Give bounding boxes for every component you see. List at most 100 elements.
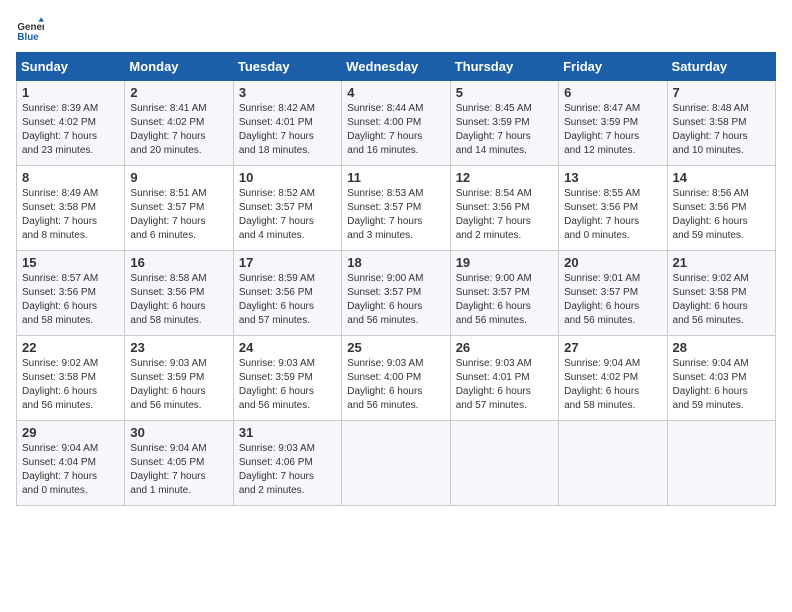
calendar-cell: 17 Sunrise: 8:59 AM Sunset: 3:56 PM Dayli… xyxy=(233,251,341,336)
day-content: Sunrise: 8:56 AM Sunset: 3:56 PM Dayligh… xyxy=(673,187,770,243)
col-header-wednesday: Wednesday xyxy=(342,53,450,81)
day-content: Sunrise: 9:02 AM Sunset: 3:58 PM Dayligh… xyxy=(673,272,770,328)
calendar-cell xyxy=(342,421,450,506)
day-content: Sunrise: 9:03 AM Sunset: 4:06 PM Dayligh… xyxy=(239,442,336,498)
day-number: 31 xyxy=(239,425,336,440)
day-content: Sunrise: 8:54 AM Sunset: 3:56 PM Dayligh… xyxy=(456,187,553,243)
day-content: Sunrise: 8:55 AM Sunset: 3:56 PM Dayligh… xyxy=(564,187,661,243)
day-number: 18 xyxy=(347,255,444,270)
col-header-tuesday: Tuesday xyxy=(233,53,341,81)
day-number: 7 xyxy=(673,85,770,100)
day-number: 10 xyxy=(239,170,336,185)
day-number: 9 xyxy=(130,170,227,185)
calendar-cell: 8Sunrise: 8:49 AM Sunset: 3:58 PM Daylig… xyxy=(17,166,125,251)
day-number: 29 xyxy=(22,425,119,440)
day-content: Sunrise: 9:02 AM Sunset: 3:58 PM Dayligh… xyxy=(22,357,119,413)
calendar-cell: 26Sunrise: 9:03 AM Sunset: 4:01 PM Dayli… xyxy=(450,336,558,421)
day-number: 11 xyxy=(347,170,444,185)
day-content: Sunrise: 9:03 AM Sunset: 3:59 PM Dayligh… xyxy=(130,357,227,413)
calendar-cell: 21 Sunrise: 9:02 AM Sunset: 3:58 PM Dayli… xyxy=(667,251,775,336)
day-content: Sunrise: 8:44 AM Sunset: 4:00 PM Dayligh… xyxy=(347,102,444,158)
calendar-cell: 9 Sunrise: 8:51 AM Sunset: 3:57 PM Daylig… xyxy=(125,166,233,251)
calendar-cell: 2 Sunrise: 8:41 AM Sunset: 4:02 PM Daylig… xyxy=(125,81,233,166)
day-number: 5 xyxy=(456,85,553,100)
logo: General Blue xyxy=(16,16,48,44)
col-header-friday: Friday xyxy=(559,53,667,81)
col-header-sunday: Sunday xyxy=(17,53,125,81)
calendar-cell: 22 Sunrise: 9:02 AM Sunset: 3:58 PM Dayli… xyxy=(17,336,125,421)
calendar-cell: 5 Sunrise: 8:45 AM Sunset: 3:59 PM Daylig… xyxy=(450,81,558,166)
day-number: 6 xyxy=(564,85,661,100)
day-content: Sunrise: 8:51 AM Sunset: 3:57 PM Dayligh… xyxy=(130,187,227,243)
day-content: Sunrise: 9:00 AM Sunset: 3:57 PM Dayligh… xyxy=(347,272,444,328)
day-content: Sunrise: 8:57 AM Sunset: 3:56 PM Dayligh… xyxy=(22,272,119,328)
header: General Blue xyxy=(16,16,776,44)
day-content: Sunrise: 8:41 AM Sunset: 4:02 PM Dayligh… xyxy=(130,102,227,158)
day-content: Sunrise: 8:42 AM Sunset: 4:01 PM Dayligh… xyxy=(239,102,336,158)
day-number: 26 xyxy=(456,340,553,355)
day-number: 14 xyxy=(673,170,770,185)
day-number: 25 xyxy=(347,340,444,355)
calendar-cell: 24 Sunrise: 9:03 AM Sunset: 3:59 PM Dayli… xyxy=(233,336,341,421)
day-number: 13 xyxy=(564,170,661,185)
calendar-cell: 13 Sunrise: 8:55 AM Sunset: 3:56 PM Dayli… xyxy=(559,166,667,251)
calendar-cell: 4 Sunrise: 8:44 AM Sunset: 4:00 PM Daylig… xyxy=(342,81,450,166)
day-content: Sunrise: 8:53 AM Sunset: 3:57 PM Dayligh… xyxy=(347,187,444,243)
day-number: 3 xyxy=(239,85,336,100)
calendar-cell: 27 Sunrise: 9:04 AM Sunset: 4:02 PM Dayli… xyxy=(559,336,667,421)
calendar-cell: 20 Sunrise: 9:01 AM Sunset: 3:57 PM Dayli… xyxy=(559,251,667,336)
calendar-cell: 7 Sunrise: 8:48 AM Sunset: 3:58 PM Daylig… xyxy=(667,81,775,166)
col-header-thursday: Thursday xyxy=(450,53,558,81)
day-number: 4 xyxy=(347,85,444,100)
day-number: 20 xyxy=(564,255,661,270)
day-number: 27 xyxy=(564,340,661,355)
calendar-cell xyxy=(667,421,775,506)
calendar-table: SundayMondayTuesdayWednesdayThursdayFrid… xyxy=(16,52,776,506)
day-content: Sunrise: 8:39 AM Sunset: 4:02 PM Dayligh… xyxy=(22,102,119,158)
calendar-cell: 3 Sunrise: 8:42 AM Sunset: 4:01 PM Daylig… xyxy=(233,81,341,166)
calendar-cell: 28 Sunrise: 9:04 AM Sunset: 4:03 PM Dayli… xyxy=(667,336,775,421)
calendar-cell: 30Sunrise: 9:04 AM Sunset: 4:05 PM Dayli… xyxy=(125,421,233,506)
day-content: Sunrise: 9:03 AM Sunset: 3:59 PM Dayligh… xyxy=(239,357,336,413)
day-number: 19 xyxy=(456,255,553,270)
day-content: Sunrise: 8:58 AM Sunset: 3:56 PM Dayligh… xyxy=(130,272,227,328)
calendar-cell: 11 Sunrise: 8:53 AM Sunset: 3:57 PM Dayli… xyxy=(342,166,450,251)
calendar-cell xyxy=(559,421,667,506)
col-header-monday: Monday xyxy=(125,53,233,81)
day-number: 24 xyxy=(239,340,336,355)
day-number: 15 xyxy=(22,255,119,270)
day-number: 30 xyxy=(130,425,227,440)
day-number: 17 xyxy=(239,255,336,270)
calendar-cell: 18 Sunrise: 9:00 AM Sunset: 3:57 PM Dayli… xyxy=(342,251,450,336)
day-number: 28 xyxy=(673,340,770,355)
calendar-cell: 23 Sunrise: 9:03 AM Sunset: 3:59 PM Dayli… xyxy=(125,336,233,421)
day-content: Sunrise: 8:49 AM Sunset: 3:58 PM Dayligh… xyxy=(22,187,119,243)
day-content: Sunrise: 9:04 AM Sunset: 4:02 PM Dayligh… xyxy=(564,357,661,413)
day-content: Sunrise: 8:45 AM Sunset: 3:59 PM Dayligh… xyxy=(456,102,553,158)
day-number: 16 xyxy=(130,255,227,270)
calendar-cell: 6 Sunrise: 8:47 AM Sunset: 3:59 PM Daylig… xyxy=(559,81,667,166)
calendar-cell: 1Sunrise: 8:39 AM Sunset: 4:02 PM Daylig… xyxy=(17,81,125,166)
calendar-cell: 29 Sunrise: 9:04 AM Sunset: 4:04 PM Dayli… xyxy=(17,421,125,506)
day-content: Sunrise: 9:03 AM Sunset: 4:00 PM Dayligh… xyxy=(347,357,444,413)
day-content: Sunrise: 8:47 AM Sunset: 3:59 PM Dayligh… xyxy=(564,102,661,158)
day-number: 21 xyxy=(673,255,770,270)
day-content: Sunrise: 9:00 AM Sunset: 3:57 PM Dayligh… xyxy=(456,272,553,328)
day-number: 22 xyxy=(22,340,119,355)
day-number: 2 xyxy=(130,85,227,100)
day-content: Sunrise: 8:48 AM Sunset: 3:58 PM Dayligh… xyxy=(673,102,770,158)
calendar-cell: 19 Sunrise: 9:00 AM Sunset: 3:57 PM Dayli… xyxy=(450,251,558,336)
day-content: Sunrise: 9:04 AM Sunset: 4:03 PM Dayligh… xyxy=(673,357,770,413)
calendar-cell xyxy=(450,421,558,506)
day-content: Sunrise: 9:04 AM Sunset: 4:04 PM Dayligh… xyxy=(22,442,119,498)
day-number: 12 xyxy=(456,170,553,185)
day-content: Sunrise: 8:52 AM Sunset: 3:57 PM Dayligh… xyxy=(239,187,336,243)
calendar-cell: 31 Sunrise: 9:03 AM Sunset: 4:06 PM Dayli… xyxy=(233,421,341,506)
calendar-cell: 15 Sunrise: 8:57 AM Sunset: 3:56 PM Dayli… xyxy=(17,251,125,336)
svg-text:Blue: Blue xyxy=(17,32,39,43)
calendar-cell: 25 Sunrise: 9:03 AM Sunset: 4:00 PM Dayli… xyxy=(342,336,450,421)
day-content: Sunrise: 9:01 AM Sunset: 3:57 PM Dayligh… xyxy=(564,272,661,328)
logo-icon: General Blue xyxy=(16,16,44,44)
day-content: Sunrise: 8:59 AM Sunset: 3:56 PM Dayligh… xyxy=(239,272,336,328)
day-number: 23 xyxy=(130,340,227,355)
